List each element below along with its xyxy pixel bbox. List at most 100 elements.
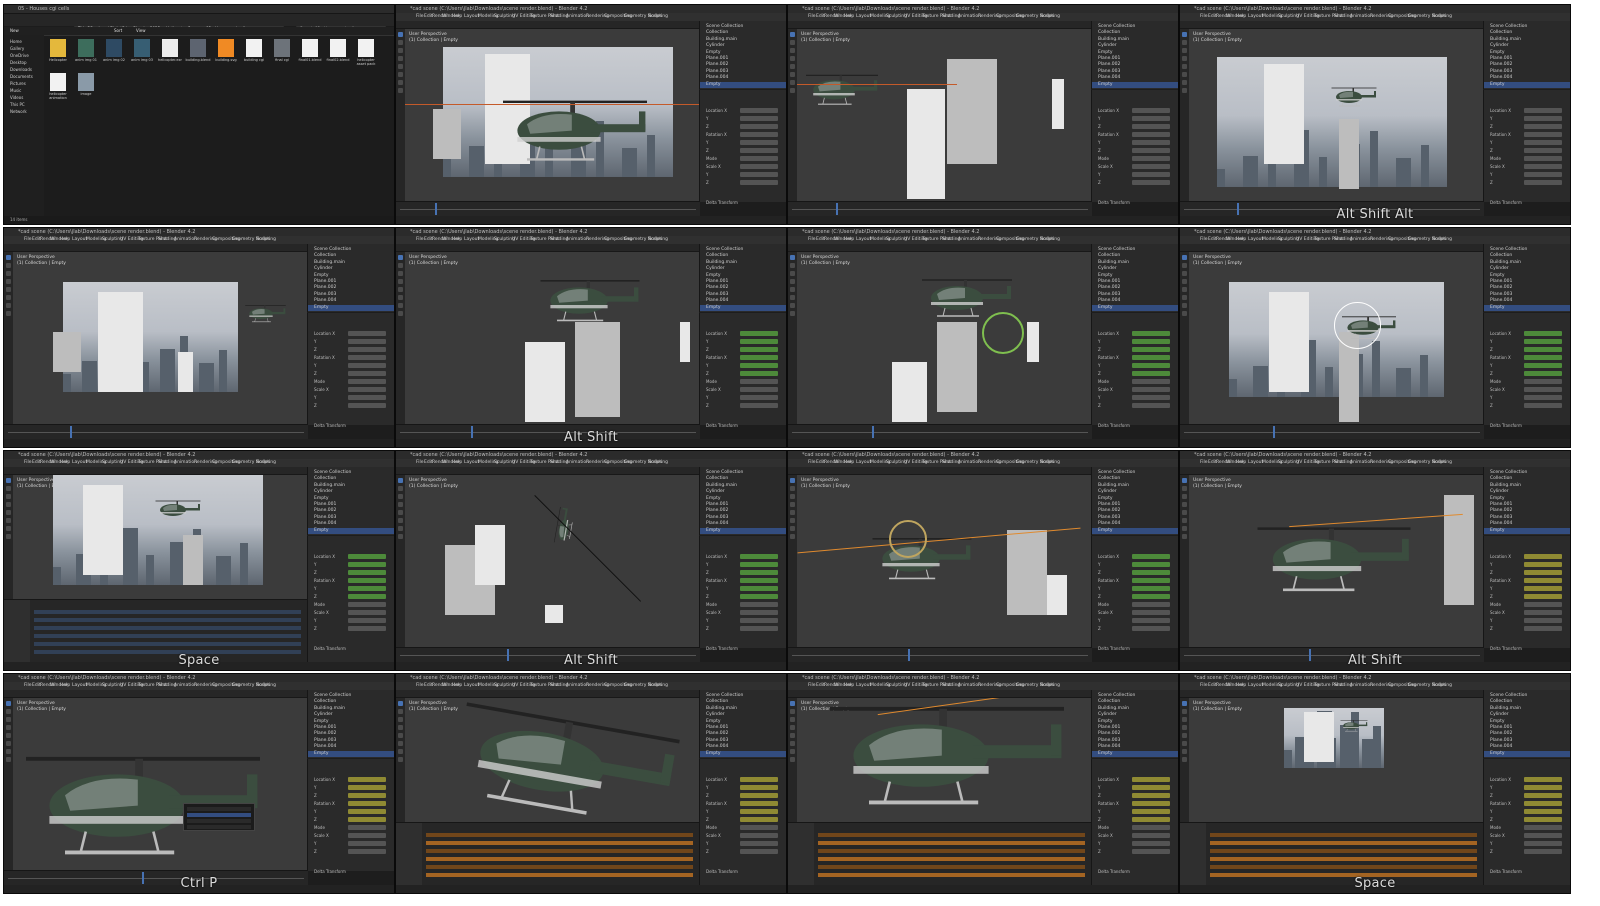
property-field[interactable] [348, 841, 386, 846]
property-field[interactable] [740, 785, 778, 790]
property-field[interactable] [1132, 801, 1170, 806]
outliner-row[interactable]: Plane.004 [1098, 744, 1120, 750]
property-field[interactable] [740, 140, 778, 145]
tool-icon[interactable] [790, 733, 795, 738]
property-field[interactable] [1132, 833, 1170, 838]
tool-icon[interactable] [1182, 48, 1187, 53]
property-field[interactable] [1524, 578, 1562, 583]
tool-icon[interactable] [1182, 311, 1187, 316]
menu-item[interactable]: Help [60, 459, 70, 467]
tool-icon[interactable] [790, 757, 795, 762]
outliner-row[interactable]: Building.main [1490, 37, 1521, 43]
menu-item[interactable]: File [24, 682, 32, 690]
property-field[interactable] [1524, 817, 1562, 822]
3d-viewport[interactable]: User Perspective (1) Collection | Empty [1189, 252, 1483, 425]
outliner-row[interactable]: Plane.004 [706, 298, 728, 304]
tool-icon[interactable] [398, 526, 403, 531]
property-field[interactable] [1524, 626, 1562, 631]
property-field[interactable] [1132, 610, 1170, 615]
outliner-row[interactable]: Plane.004 [1490, 75, 1512, 81]
tool-icon[interactable] [398, 279, 403, 284]
property-field[interactable] [348, 395, 386, 400]
outliner-row[interactable]: Empty [1484, 527, 1570, 534]
outliner-row[interactable]: Plane.004 [1490, 521, 1512, 527]
tool-icon[interactable] [398, 88, 403, 93]
outliner-row[interactable]: Collection [1098, 253, 1120, 259]
tool-icon[interactable] [398, 72, 403, 77]
menu-item[interactable]: Help [1236, 13, 1246, 21]
outliner-row[interactable]: Empty [308, 750, 394, 757]
property-field[interactable] [1132, 108, 1170, 113]
property-field[interactable] [348, 387, 386, 392]
sidebar-item[interactable]: Home [10, 39, 22, 44]
property-field[interactable] [740, 363, 778, 368]
tool-icon[interactable] [790, 263, 795, 268]
playhead[interactable] [872, 426, 874, 438]
tool-icon[interactable] [790, 518, 795, 523]
tool-icon[interactable] [6, 255, 11, 260]
menu-item[interactable]: Scripting [1432, 13, 1452, 21]
property-field[interactable] [1524, 793, 1562, 798]
outliner-row[interactable]: Collection [1098, 476, 1120, 482]
property-field[interactable] [348, 833, 386, 838]
outliner-row[interactable]: Empty [1098, 273, 1113, 279]
3d-viewport[interactable]: User Perspective (1) Collection | Empty [405, 698, 699, 823]
tool-icon[interactable] [6, 311, 11, 316]
property-field[interactable] [1132, 164, 1170, 169]
outliner-row[interactable]: Empty [314, 273, 329, 279]
outliner-row[interactable]: Plane.004 [706, 521, 728, 527]
menu-item[interactable]: File [808, 236, 816, 244]
menu-item[interactable]: Scripting [648, 459, 668, 467]
property-field[interactable] [1132, 602, 1170, 607]
property-field[interactable] [348, 817, 386, 822]
property-field[interactable] [1132, 785, 1170, 790]
outliner-row[interactable]: Cylinder [706, 43, 725, 49]
property-field[interactable] [740, 809, 778, 814]
tool-icon[interactable] [1182, 741, 1187, 746]
property-field[interactable] [1132, 355, 1170, 360]
property-field[interactable] [348, 602, 386, 607]
outliner-row[interactable]: Plane.002 [1098, 731, 1120, 737]
tool-icon[interactable] [6, 510, 11, 515]
outliner-row[interactable]: Cylinder [706, 489, 725, 495]
outliner-row[interactable]: Cylinder [1098, 266, 1117, 272]
property-field[interactable] [740, 825, 778, 830]
property-field[interactable] [348, 331, 386, 336]
outliner-row[interactable]: Cylinder [314, 712, 333, 718]
property-field[interactable] [1524, 379, 1562, 384]
timeline[interactable] [396, 201, 700, 216]
timeline[interactable] [1180, 201, 1484, 216]
property-field[interactable] [1132, 809, 1170, 814]
tool-icon[interactable] [1182, 717, 1187, 722]
sidebar-item[interactable]: This PC [10, 102, 25, 107]
outliner-row[interactable]: Building.main [1098, 483, 1129, 489]
file-item[interactable]: Helicopter [48, 39, 68, 63]
tool-icon[interactable] [6, 717, 11, 722]
tool-icon[interactable] [6, 518, 11, 523]
menu-item[interactable]: Scripting [256, 682, 276, 690]
tool-icon[interactable] [6, 757, 11, 762]
tool-icon[interactable] [398, 80, 403, 85]
property-field[interactable] [740, 562, 778, 567]
outliner-row[interactable]: Empty [1484, 81, 1570, 88]
menu-item[interactable]: File [808, 13, 816, 21]
outliner-row[interactable]: Empty [700, 304, 786, 311]
outliner-row[interactable]: Empty [1092, 304, 1178, 311]
outliner-row[interactable]: Plane.004 [706, 75, 728, 81]
outliner-row[interactable]: Cylinder [1098, 712, 1117, 718]
playhead[interactable] [836, 203, 838, 215]
outliner-row[interactable]: Building.main [706, 706, 737, 712]
outliner-row[interactable]: Plane.004 [1098, 75, 1120, 81]
outliner-row[interactable]: Plane.003 [706, 515, 728, 521]
building-block[interactable] [947, 59, 997, 164]
outliner-row[interactable]: Empty [1098, 50, 1113, 56]
menu-item[interactable]: Help [452, 682, 462, 690]
tool-icon[interactable] [398, 757, 403, 762]
tool-icon[interactable] [790, 72, 795, 77]
menu-item[interactable]: File [24, 459, 32, 467]
tool-icon[interactable] [1182, 279, 1187, 284]
menu-item[interactable]: File [416, 682, 424, 690]
timeline[interactable] [396, 424, 700, 439]
outliner-row[interactable]: Collection [1490, 699, 1512, 705]
timeline[interactable] [788, 647, 1092, 662]
